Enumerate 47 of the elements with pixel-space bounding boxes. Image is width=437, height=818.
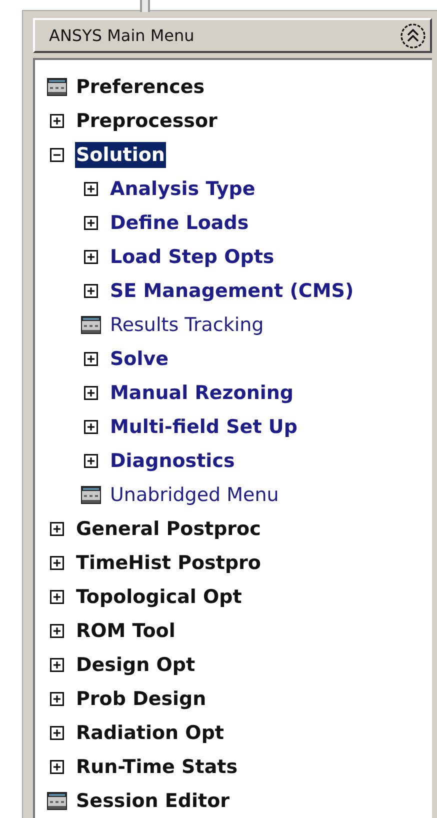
expander-icon[interactable] — [84, 454, 98, 468]
expander-icon[interactable] — [84, 284, 98, 298]
menu-item[interactable]: TimeHist Postpro — [75, 550, 262, 576]
expander-icon[interactable] — [84, 250, 98, 264]
window-icon — [47, 78, 67, 96]
menu-item[interactable]: Prob Design — [75, 686, 208, 712]
menu-item[interactable]: Unabridged Menu — [109, 482, 280, 508]
expander-icon[interactable] — [84, 216, 98, 230]
menu-item[interactable]: Topological Opt — [75, 584, 243, 610]
expander-icon[interactable] — [84, 352, 98, 366]
menu-item[interactable]: Load Step Opts — [109, 244, 276, 270]
menu-item[interactable]: ROM Tool — [75, 618, 176, 644]
menu-item[interactable]: Preprocessor — [75, 108, 218, 134]
collapse-icon[interactable] — [400, 22, 426, 48]
menu-item[interactable]: Define Loads — [109, 210, 250, 236]
menu-item[interactable]: Run-Time Stats — [75, 754, 239, 780]
window-icon — [47, 792, 67, 810]
menu-item[interactable]: Diagnostics — [109, 448, 236, 474]
menu-item[interactable]: Solve — [109, 346, 170, 372]
menu-item[interactable]: Preferences — [75, 74, 206, 100]
menu-item[interactable]: General Postproc — [75, 516, 262, 542]
menu-item[interactable]: Radiation Opt — [75, 720, 226, 746]
expander-icon[interactable] — [50, 590, 64, 604]
menu-title: ANSYS Main Menu — [49, 26, 194, 45]
expander-icon[interactable] — [50, 658, 64, 672]
menu-item[interactable]: SE Management (CMS) — [109, 278, 355, 304]
window-icon — [81, 486, 101, 504]
menu-item[interactable]: Multi-field Set Up — [109, 414, 298, 440]
expander-icon[interactable] — [84, 420, 98, 434]
expander-icon[interactable] — [50, 726, 64, 740]
expander-icon[interactable] — [84, 182, 98, 196]
splitter-handle[interactable] — [140, 0, 150, 12]
menu-item[interactable]: Session Editor — [75, 788, 230, 814]
menu-item[interactable]: Results Tracking — [109, 312, 265, 338]
expander-icon[interactable] — [50, 522, 64, 536]
menu-item[interactable]: Design Opt — [75, 652, 196, 678]
menu-item[interactable]: Solution — [75, 142, 166, 168]
menu-item[interactable]: Manual Rezoning — [109, 380, 295, 406]
expander-icon[interactable] — [50, 114, 64, 128]
expander-icon[interactable] — [50, 692, 64, 706]
expander-icon[interactable] — [50, 148, 64, 162]
menu-item[interactable]: Analysis Type — [109, 176, 256, 202]
expander-icon[interactable] — [84, 386, 98, 400]
expander-icon[interactable] — [50, 556, 64, 570]
expander-icon[interactable] — [50, 760, 64, 774]
window-icon — [81, 316, 101, 334]
expander-icon[interactable] — [50, 624, 64, 638]
